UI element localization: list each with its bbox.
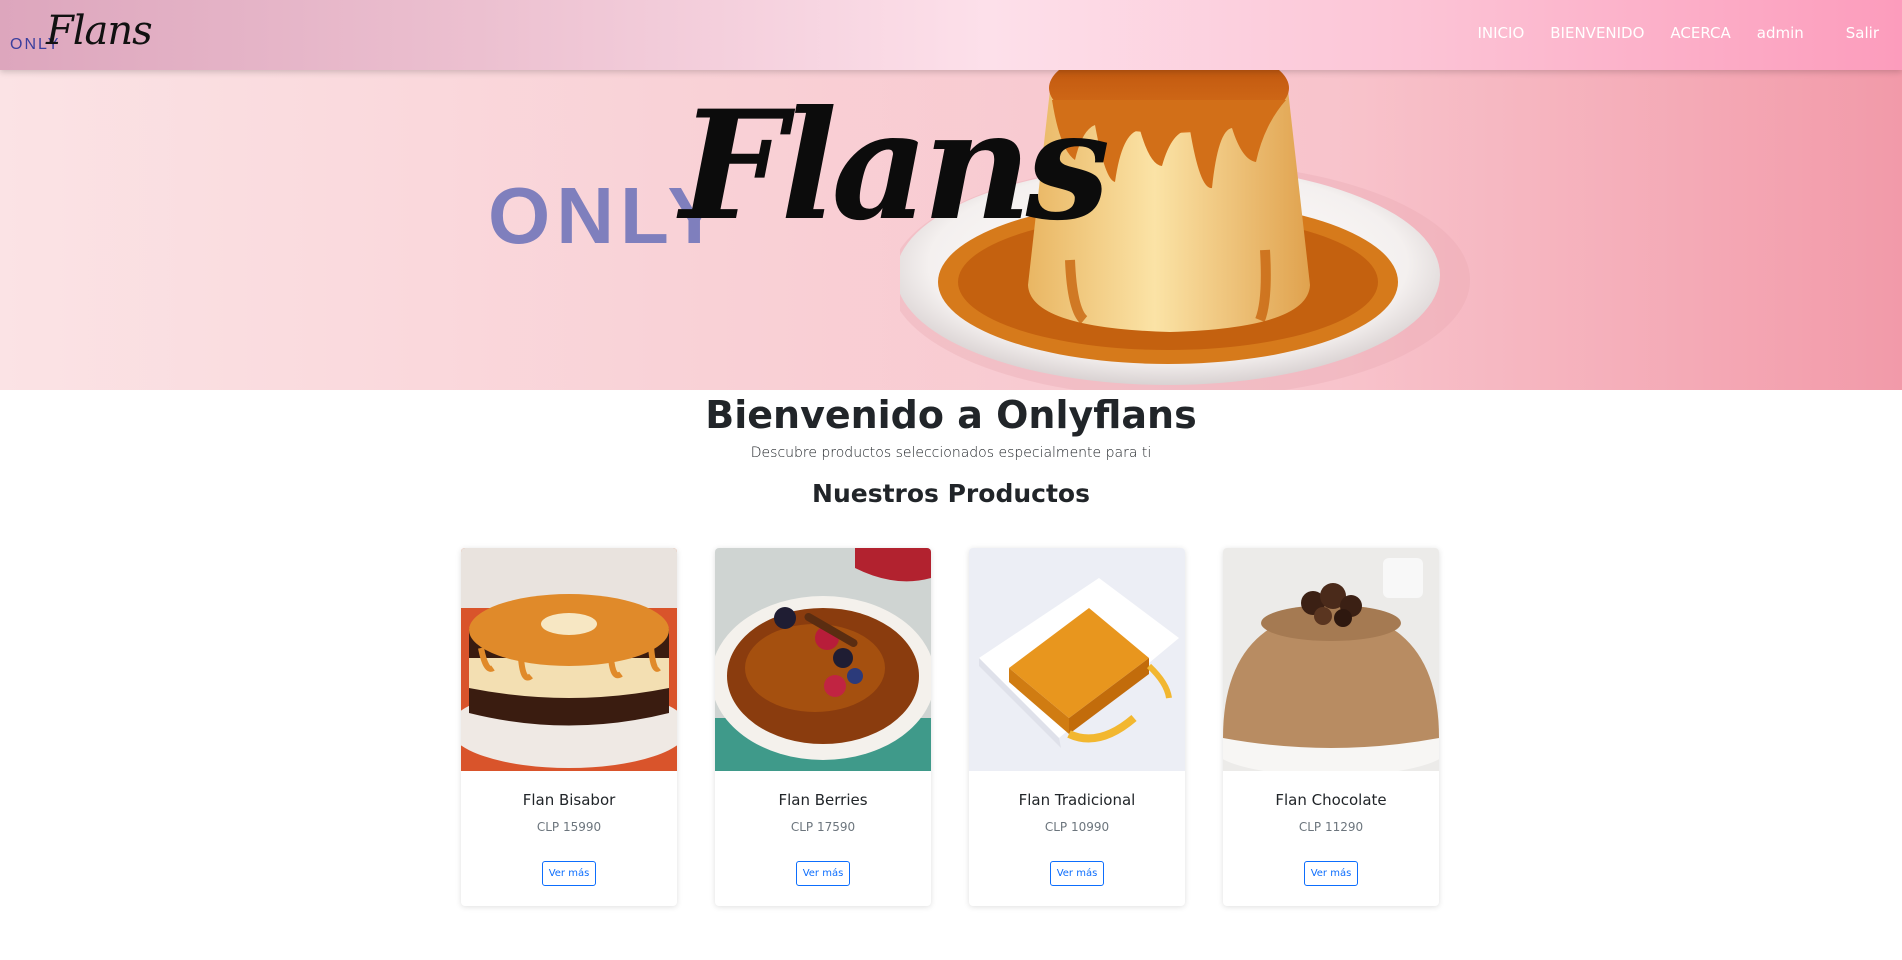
page-subtitle: Descubre productos seleccionados especia… [750, 445, 1152, 461]
product-price: CLP 11290 [1298, 820, 1364, 834]
product-image-flan-berries [715, 548, 931, 771]
ver-mas-button[interactable]: Ver más [542, 861, 596, 886]
product-price: CLP 17590 [790, 820, 856, 834]
brand-logo[interactable]: ONLY Flans [8, 6, 153, 64]
ver-mas-button[interactable]: Ver más [1050, 861, 1104, 886]
product-image-flan-tradicional [969, 548, 1185, 771]
logout-link[interactable]: Salir [1833, 24, 1892, 42]
product-price: CLP 10990 [1044, 820, 1110, 834]
product-image-flan-chocolate [1223, 548, 1439, 771]
hero-flans-text: Flans [680, 78, 1110, 254]
nav-user[interactable]: admin [1744, 24, 1817, 42]
product-grid: Flan Bisabor CLP 15990 Ver más Flan Berr… [461, 548, 1441, 906]
nav-link-acerca[interactable]: ACERCA [1657, 24, 1743, 42]
product-card: Flan Bisabor CLP 15990 Ver más [461, 548, 677, 906]
navbar: ONLY Flans INICIO BIENVENIDO ACERCA admi… [0, 0, 1902, 70]
product-card: Flan Berries CLP 17590 Ver más [715, 548, 931, 906]
nav-links: INICIO BIENVENIDO ACERCA admin Salir [1464, 0, 1892, 66]
ver-mas-button[interactable]: Ver más [1304, 861, 1358, 886]
product-name: Flan Berries [778, 791, 868, 809]
product-card: Flan Tradicional CLP 10990 Ver más [969, 548, 1185, 906]
nav-link-bienvenido[interactable]: BIENVENIDO [1537, 24, 1657, 42]
product-name: Flan Bisabor [522, 791, 616, 809]
hero-banner: ONLY Flans [0, 70, 1902, 390]
brand-flans-text: Flans [46, 8, 153, 54]
product-image-flan-bisabor [461, 548, 677, 771]
product-price: CLP 15990 [536, 820, 602, 834]
page-title: Bienvenido a Onlyflans [705, 393, 1197, 437]
product-card: Flan Chocolate CLP 11290 Ver más [1223, 548, 1439, 906]
products-section-title: Nuestros Productos [812, 479, 1090, 508]
ver-mas-button[interactable]: Ver más [796, 861, 850, 886]
product-name: Flan Chocolate [1275, 791, 1387, 809]
product-name: Flan Tradicional [1018, 791, 1136, 809]
nav-link-inicio[interactable]: INICIO [1464, 24, 1537, 42]
